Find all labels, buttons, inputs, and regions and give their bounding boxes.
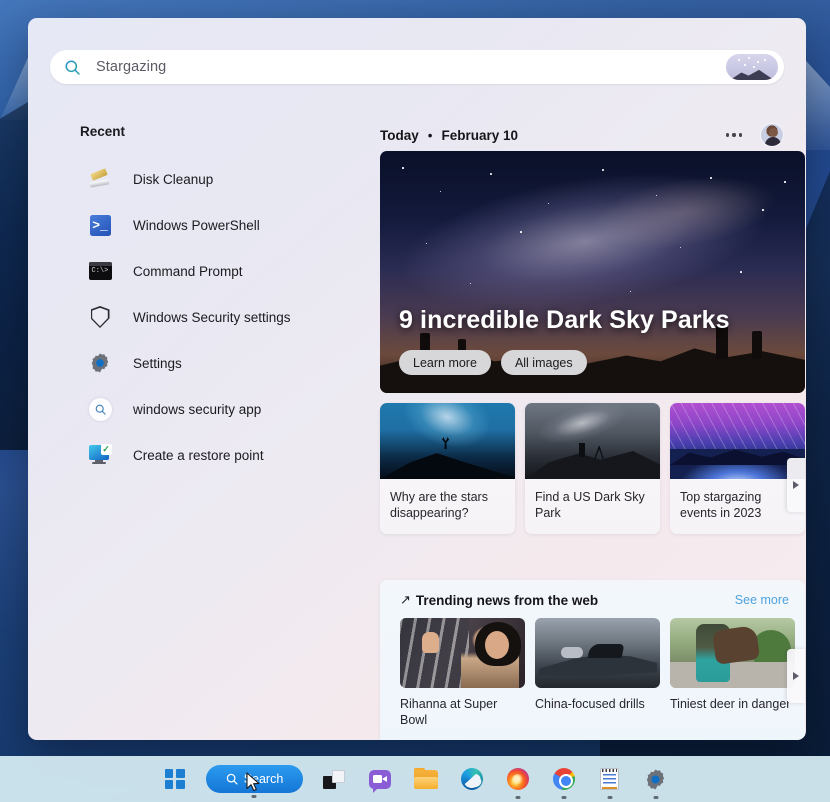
hero-actions: Learn more All images — [399, 350, 587, 375]
active-indicator — [607, 796, 612, 799]
trending-header: ↗ Trending news from the web See more — [400, 592, 789, 608]
restore-point-icon: ✓ — [88, 443, 112, 467]
search-icon — [88, 397, 112, 421]
article-title: Find a US Dark Sky Park — [535, 490, 645, 520]
article-card[interactable]: Top stargazing events in 2023 — [670, 403, 805, 535]
folder-icon — [413, 767, 438, 789]
start-button[interactable] — [160, 764, 190, 794]
trending-news-section: ↗ Trending news from the web See more Ri… — [380, 580, 805, 740]
trending-card-row: Rihanna at Super Bowl China-focused dril… — [400, 618, 795, 728]
header-separator: • — [427, 127, 433, 143]
recent-item-windows-powershell[interactable]: >_ Windows PowerShell — [80, 202, 362, 248]
gear-icon — [88, 351, 112, 375]
recent-item-label: Command Prompt — [133, 263, 243, 279]
trending-card[interactable]: China-focused drills — [535, 618, 660, 728]
recent-item-windows-security-app[interactable]: windows security app — [80, 386, 362, 432]
chrome-icon — [552, 768, 575, 790]
notepad-icon — [600, 768, 619, 790]
active-indicator — [251, 795, 257, 798]
search-panel: Stargazing Recent Disk Cleanup >_ Window… — [28, 18, 806, 740]
recent-item-label: Create a restore point — [133, 447, 264, 463]
recent-item-label: Windows Security settings — [133, 309, 291, 325]
file-explorer-button[interactable] — [411, 764, 441, 794]
firefox-button[interactable] — [503, 764, 533, 799]
recent-item-label: windows security app — [133, 401, 262, 417]
hero-card[interactable]: 9 incredible Dark Sky Parks Learn more A… — [380, 151, 805, 393]
hero-tree — [752, 331, 762, 359]
recent-item-create-a-restore-point[interactable]: ✓ Create a restore point — [80, 432, 362, 478]
search-icon — [65, 59, 80, 75]
recent-item-label: Windows PowerShell — [133, 217, 260, 233]
today-label: Today — [380, 127, 419, 143]
all-images-button[interactable]: All images — [500, 350, 587, 375]
trending-thumbnail — [670, 618, 795, 688]
search-query-text: Stargazing — [96, 59, 167, 75]
taskbar: Search — [0, 756, 830, 802]
active-indicator — [653, 796, 658, 799]
chevron-right-icon — [793, 481, 799, 489]
gear-icon — [644, 768, 667, 791]
trending-scroll-right-button[interactable] — [787, 649, 805, 703]
trending-title-text: Tiniest deer in danger — [670, 697, 791, 711]
article-card-row: Why are the stars disappearing? Find a U… — [380, 403, 805, 535]
hero-title: 9 incredible Dark Sky Parks — [399, 306, 730, 334]
stargazing-thumbnail-icon[interactable] — [726, 54, 778, 80]
settings-button[interactable] — [641, 764, 671, 799]
chat-button[interactable] — [365, 764, 395, 794]
see-more-link[interactable]: See more — [735, 593, 789, 607]
active-indicator — [561, 796, 566, 799]
powershell-icon: >_ — [88, 213, 112, 237]
chat-icon — [368, 769, 391, 793]
trending-thumbnail — [400, 618, 525, 688]
recent-item-command-prompt[interactable]: C:\> Command Prompt — [80, 248, 362, 294]
article-card[interactable]: Find a US Dark Sky Park — [525, 403, 660, 535]
trending-card[interactable]: Tiniest deer in danger — [670, 618, 795, 728]
trending-title-text: China-focused drills — [535, 697, 645, 711]
galaxy-glow — [380, 151, 805, 380]
content-header: Today • February 10 — [380, 123, 784, 147]
trending-up-icon: ↗ — [400, 592, 411, 607]
chevron-right-icon — [793, 672, 799, 680]
recent-item-windows-security-settings[interactable]: Windows Security settings — [80, 294, 362, 340]
firefox-icon — [506, 768, 529, 790]
edge-icon — [460, 768, 483, 790]
avatar[interactable] — [760, 123, 784, 147]
recent-list: Disk Cleanup >_ Windows PowerShell C:\> … — [80, 156, 362, 478]
task-view-button[interactable] — [319, 764, 349, 794]
recent-heading: Recent — [80, 124, 126, 139]
shield-icon — [88, 305, 112, 329]
trending-thumbnail — [535, 618, 660, 688]
disk-cleanup-icon — [88, 167, 112, 191]
windows-logo-icon — [164, 769, 185, 789]
article-title: Top stargazing events in 2023 — [680, 490, 762, 520]
article-thumbnail — [380, 403, 515, 479]
task-view-icon — [322, 769, 345, 789]
active-indicator — [515, 796, 520, 799]
recent-item-disk-cleanup[interactable]: Disk Cleanup — [80, 156, 362, 202]
recent-item-label: Settings — [133, 355, 182, 371]
notepad-button[interactable] — [595, 764, 625, 799]
more-options-icon[interactable] — [721, 124, 747, 146]
edge-button[interactable] — [457, 764, 487, 794]
trending-card[interactable]: Rihanna at Super Bowl — [400, 618, 525, 728]
article-thumbnail — [670, 403, 805, 479]
search-button-label: Search — [243, 772, 284, 786]
article-title: Why are the stars disappearing? — [390, 490, 488, 520]
recent-item-settings[interactable]: Settings — [80, 340, 362, 386]
search-button[interactable]: Search — [205, 765, 303, 798]
chrome-button[interactable] — [549, 764, 579, 799]
learn-more-button[interactable]: Learn more — [399, 350, 491, 375]
search-input[interactable]: Stargazing — [50, 50, 784, 84]
search-icon — [226, 773, 238, 785]
command-prompt-icon: C:\> — [88, 259, 112, 283]
article-card[interactable]: Why are the stars disappearing? — [380, 403, 515, 535]
cards-scroll-right-button[interactable] — [787, 458, 805, 512]
recent-item-label: Disk Cleanup — [133, 171, 214, 187]
date-label: February 10 — [441, 127, 519, 143]
article-thumbnail — [525, 403, 660, 479]
trending-title: Trending news from the web — [415, 592, 599, 608]
trending-title-text: Rihanna at Super Bowl — [400, 697, 498, 727]
